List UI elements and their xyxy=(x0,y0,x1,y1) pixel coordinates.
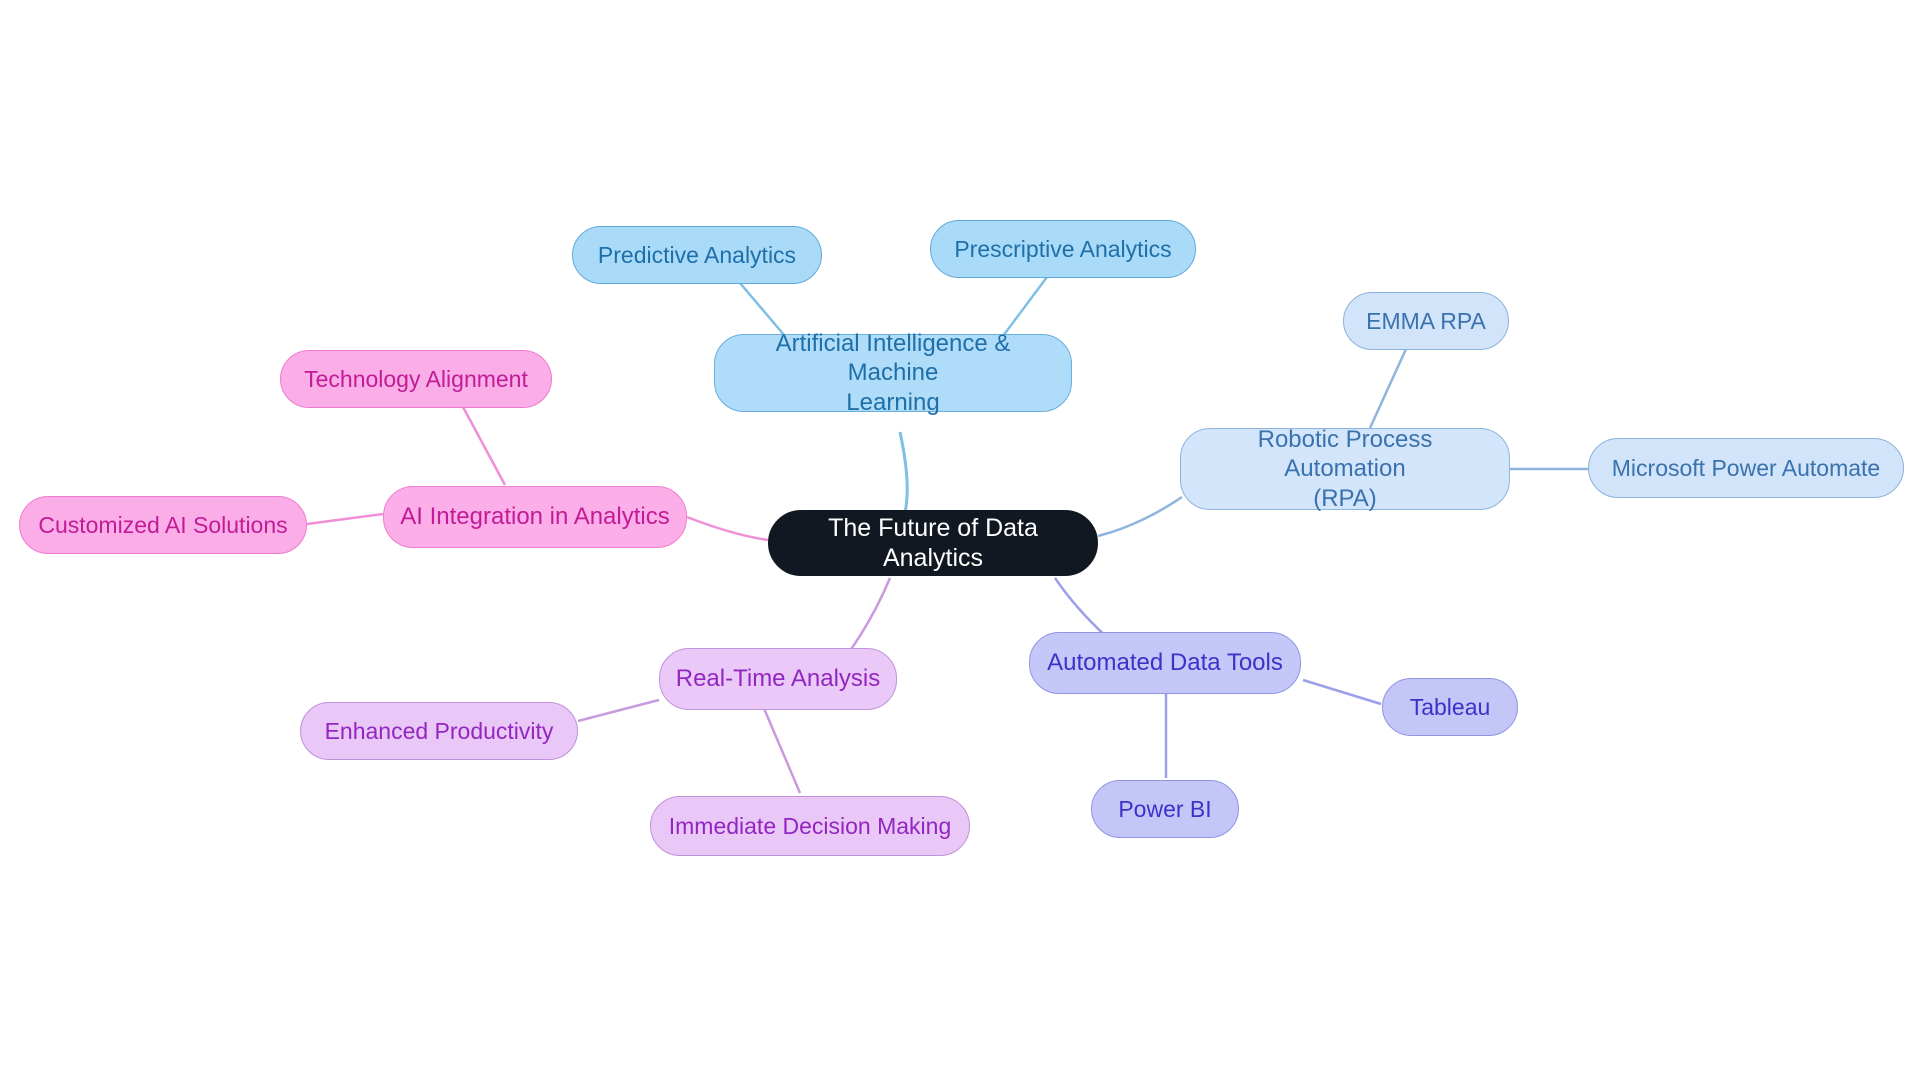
node-automated-data-tools[interactable]: Automated Data Tools xyxy=(1029,632,1301,694)
node-immediate-decision-making[interactable]: Immediate Decision Making xyxy=(650,796,970,856)
edge-root-tools xyxy=(1053,577,1111,641)
edge-root-realtime xyxy=(845,577,892,656)
node-rpa-label: Robotic Process Automation (RPA) xyxy=(1257,426,1433,512)
node-enhanced-productivity[interactable]: Enhanced Productivity xyxy=(300,702,578,760)
node-prescriptive-analytics[interactable]: Prescriptive Analytics xyxy=(930,220,1196,278)
node-enhanced-productivity-label: Enhanced Productivity xyxy=(324,717,554,744)
edge-realtime-productivity xyxy=(577,698,660,723)
node-ai-integration-in-analytics[interactable]: AI Integration in Analytics xyxy=(383,486,687,548)
node-tableau[interactable]: Tableau xyxy=(1382,678,1518,736)
node-aiml-label: Artificial Intelligence & Machine Learni… xyxy=(775,330,1011,416)
node-tableau-label: Tableau xyxy=(1409,693,1491,720)
node-customized-ai-solutions[interactable]: Customized AI Solutions xyxy=(19,496,307,554)
node-emma-rpa-label: EMMA RPA xyxy=(1366,307,1486,334)
edge-root-rpa xyxy=(1097,495,1183,538)
node-customized-ai-solutions-label: Customized AI Solutions xyxy=(38,511,288,538)
node-microsoft-power-automate[interactable]: Microsoft Power Automate xyxy=(1588,438,1904,498)
edge-root-aiintegration xyxy=(686,515,769,542)
edge-rpa-emma xyxy=(1368,348,1408,429)
node-real-time-analysis-label: Real-Time Analysis xyxy=(675,665,881,693)
node-root-label: The Future of Data Analytics xyxy=(828,513,1038,573)
node-artificial-intelligence-machine-learning[interactable]: Artificial Intelligence & Machine Learni… xyxy=(714,330,1072,416)
edge-tools-tableau xyxy=(1302,678,1382,706)
node-prescriptive-analytics-label: Prescriptive Analytics xyxy=(954,235,1172,262)
node-robotic-process-automation[interactable]: Robotic Process Automation (RPA) xyxy=(1180,426,1510,512)
edge-aiintg-customized xyxy=(306,512,384,526)
node-root[interactable]: The Future of Data Analytics xyxy=(768,510,1098,576)
node-predictive-analytics-label: Predictive Analytics xyxy=(597,241,797,268)
node-power-bi[interactable]: Power BI xyxy=(1091,780,1239,838)
node-technology-alignment[interactable]: Technology Alignment xyxy=(280,350,552,408)
edge-realtime-decision xyxy=(761,705,802,794)
node-emma-rpa[interactable]: EMMA RPA xyxy=(1343,292,1509,350)
edge-aiintg-techalign xyxy=(461,406,507,486)
node-microsoft-power-automate-label: Microsoft Power Automate xyxy=(1611,454,1881,481)
node-technology-alignment-label: Technology Alignment xyxy=(304,365,528,392)
mindmap-canvas: The Future of Data Analytics Artificial … xyxy=(0,0,1920,1083)
node-automated-data-tools-label: Automated Data Tools xyxy=(1047,649,1283,677)
node-real-time-analysis[interactable]: Real-Time Analysis xyxy=(659,648,897,710)
edge-root-aiml xyxy=(898,431,909,513)
node-predictive-analytics[interactable]: Predictive Analytics xyxy=(572,226,822,284)
node-power-bi-label: Power BI xyxy=(1118,795,1212,822)
node-immediate-decision-making-label: Immediate Decision Making xyxy=(668,812,952,839)
node-ai-integration-label: AI Integration in Analytics xyxy=(400,503,670,531)
